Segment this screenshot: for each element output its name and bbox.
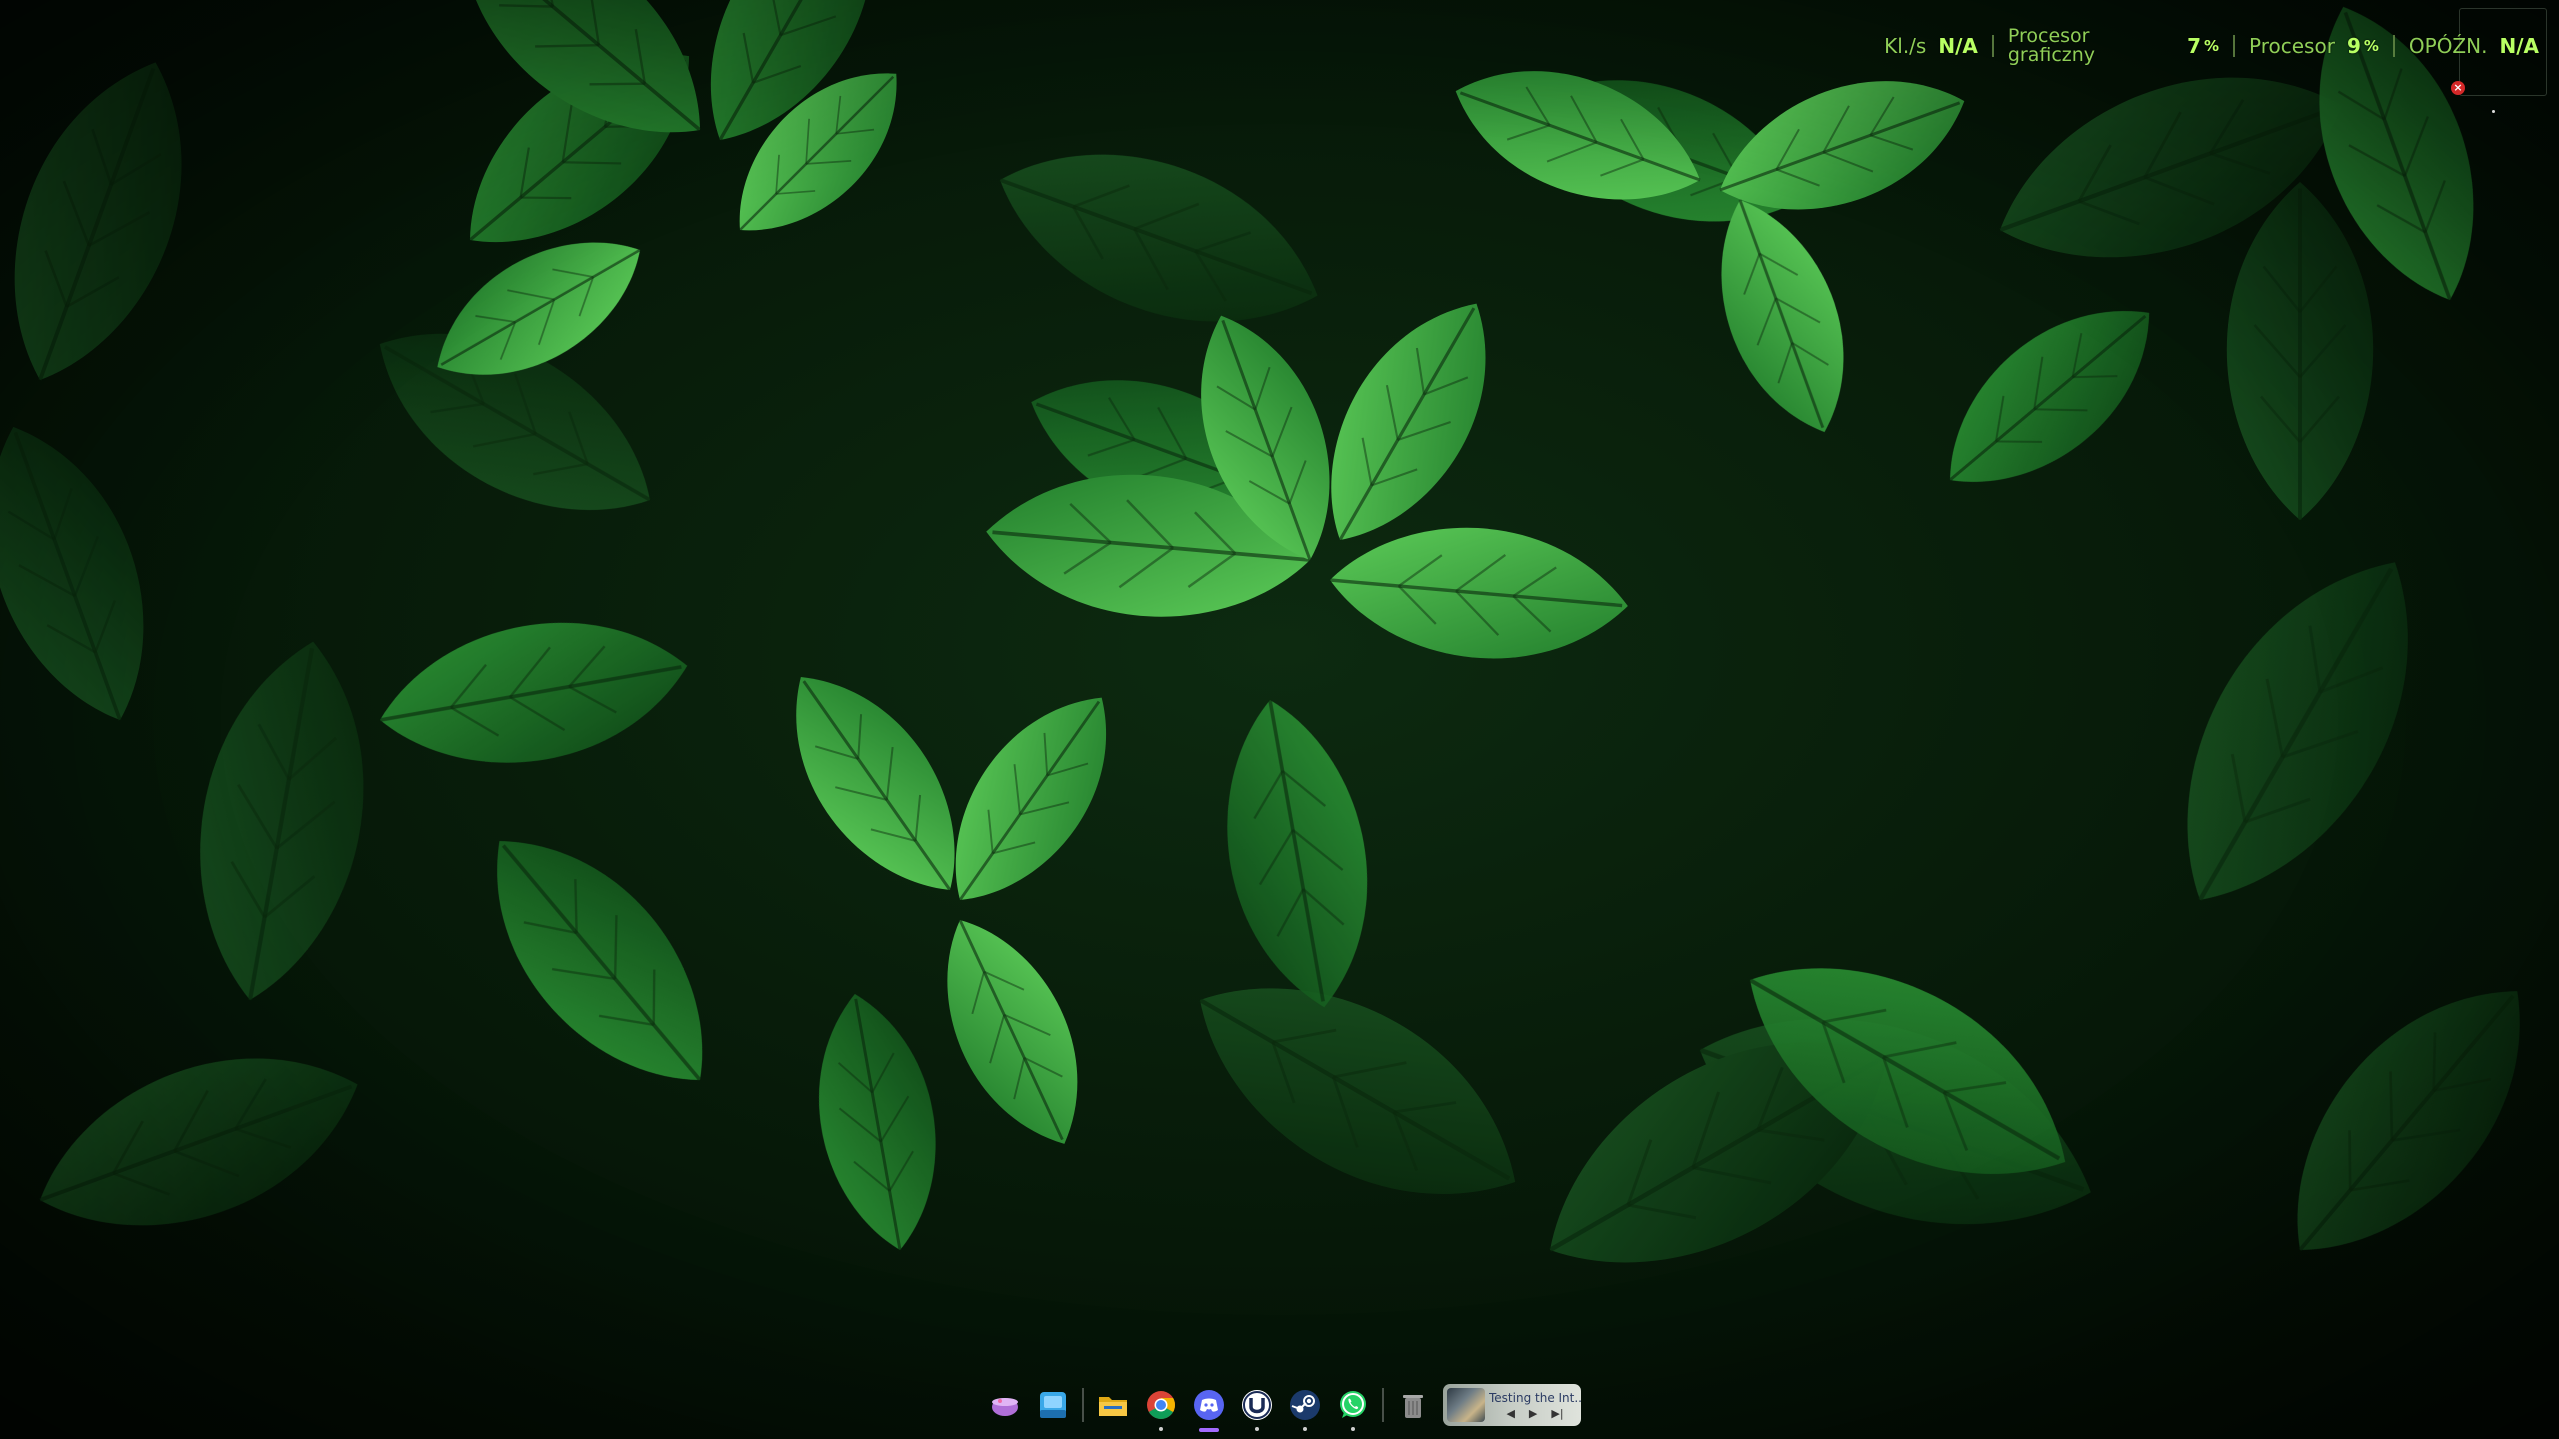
cpu-label: Procesor bbox=[2249, 34, 2335, 58]
running-indicator bbox=[1159, 1427, 1163, 1431]
whatsapp-icon bbox=[1340, 1391, 1366, 1418]
media-controls: ◀ ▶ ▶| bbox=[1506, 1407, 1563, 1420]
steam-icon bbox=[1290, 1390, 1320, 1420]
media-player-widget[interactable]: Testing the Int... ◀ ▶ ▶| bbox=[1443, 1384, 1581, 1426]
latency-label: OPÓŹN. bbox=[2408, 34, 2488, 58]
dock-item-files[interactable] bbox=[1089, 1381, 1137, 1429]
cpu-value: 9 bbox=[2346, 34, 2361, 58]
media-title: Testing the Int... bbox=[1489, 1390, 1581, 1405]
running-indicator bbox=[1351, 1427, 1355, 1431]
latency-metric: OPÓŹN. N/A bbox=[2395, 34, 2539, 58]
gpu-label: Procesor graficzny bbox=[2008, 27, 2095, 65]
performance-overlay: Kl./s N/A Procesor graficzny 7% Procesor… bbox=[1870, 18, 2539, 74]
overlay-divider bbox=[2233, 35, 2236, 57]
cpu-unit: % bbox=[2363, 37, 2379, 55]
latency-value: N/A bbox=[2499, 34, 2539, 58]
window-icon bbox=[1040, 1392, 1066, 1418]
active-indicator bbox=[1199, 1428, 1219, 1432]
dock-item-discord[interactable] bbox=[1185, 1381, 1233, 1432]
dock-item-trash[interactable] bbox=[1389, 1381, 1437, 1429]
dock-item-launcher-u[interactable] bbox=[1233, 1381, 1281, 1431]
desktop-wallpaper bbox=[0, 0, 2559, 1439]
dock-item-app-launcher[interactable] bbox=[981, 1381, 1029, 1429]
dock-item-chrome[interactable] bbox=[1137, 1381, 1185, 1431]
folder-icon bbox=[1099, 1397, 1127, 1416]
cpu-metric: Procesor 9% bbox=[2235, 34, 2393, 58]
media-info: Testing the Int... ◀ ▶ ▶| bbox=[1485, 1391, 1581, 1420]
dock-item-file-manager[interactable] bbox=[1029, 1381, 1077, 1429]
chrome-icon bbox=[1147, 1391, 1175, 1419]
gpu-unit: % bbox=[2203, 37, 2220, 55]
play-icon[interactable]: ▶ bbox=[1529, 1407, 1537, 1420]
fps-metric: Kl./s N/A bbox=[1870, 34, 1992, 58]
running-indicator bbox=[1303, 1427, 1307, 1431]
overlay-close-icon[interactable]: × bbox=[2451, 81, 2465, 95]
bowl-icon bbox=[992, 1398, 1018, 1416]
u-icon bbox=[1242, 1390, 1272, 1420]
dock-separator bbox=[1082, 1388, 1084, 1422]
dock: Testing the Int... ◀ ▶ ▶| bbox=[981, 1379, 1581, 1432]
indicator-dot bbox=[2492, 110, 2495, 113]
running-indicator bbox=[1255, 1427, 1259, 1431]
gpu-label-line2: graficzny bbox=[2007, 44, 2096, 66]
gpu-value: 7 bbox=[2187, 34, 2201, 58]
fps-value: N/A bbox=[1938, 34, 1978, 58]
fps-label: Kl./s bbox=[1884, 34, 1927, 58]
media-thumbnail bbox=[1447, 1388, 1485, 1422]
gpu-metric: Procesor graficzny 7% bbox=[1994, 27, 2233, 65]
next-track-icon[interactable]: ▶| bbox=[1551, 1407, 1563, 1420]
discord-icon bbox=[1194, 1390, 1224, 1420]
trash-icon bbox=[1403, 1395, 1423, 1418]
overlay-divider bbox=[1991, 35, 1994, 57]
dock-item-steam[interactable] bbox=[1281, 1381, 1329, 1431]
overlay-divider bbox=[2392, 35, 2395, 57]
dock-separator bbox=[1382, 1388, 1384, 1422]
previous-track-icon[interactable]: ◀ bbox=[1506, 1407, 1514, 1420]
dock-item-whatsapp[interactable] bbox=[1329, 1381, 1377, 1431]
